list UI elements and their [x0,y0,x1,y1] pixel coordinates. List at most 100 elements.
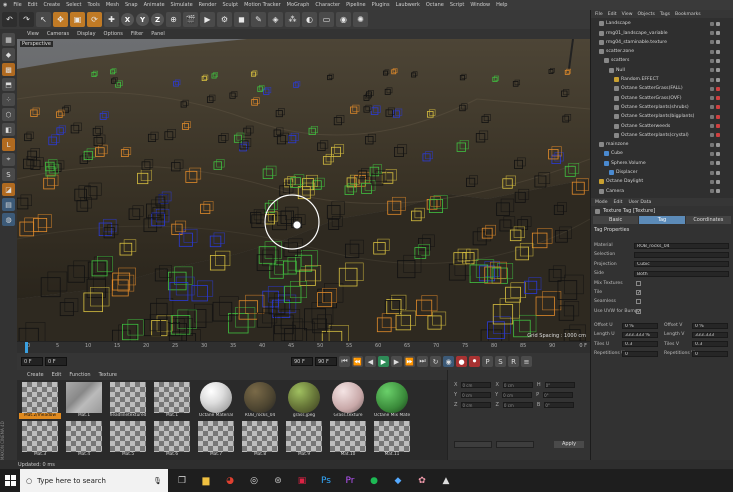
viewport-menu-item[interactable]: Filter [131,31,143,37]
attribute-value[interactable]: Both [634,270,729,277]
floor-icon[interactable]: ▭ [319,12,334,27]
object-row[interactable]: Octane Scatterplants(shrubs) [591,104,733,112]
material-swatch[interactable]: Mat.1 [63,382,105,420]
render-toggle-icon[interactable] [716,86,720,91]
attribute-menu-item[interactable]: Mode [595,200,608,205]
material-menu-item[interactable]: Texture [99,372,117,378]
enable-axis-icon[interactable]: L [2,138,15,151]
tab-coordinates[interactable]: Coordinates [685,216,731,224]
render-toggle-icon[interactable] [716,151,720,156]
material-swatch[interactable]: Mat.4 [63,421,105,459]
visibility-icon[interactable] [710,151,714,156]
coordinate-field[interactable]: 0° [544,382,575,388]
next-key-icon[interactable]: ⏩ [404,356,415,367]
attribute-menu-item[interactable]: User Data [628,200,651,205]
object-row[interactable]: Octane Scatterplants(bigplants) [591,113,733,121]
object-menu-item[interactable]: Edit [608,12,617,17]
cloner-icon[interactable]: ⁂ [285,12,300,27]
render-toggle-icon[interactable] [716,21,720,26]
visibility-icon[interactable] [710,170,714,175]
visibility-icon[interactable] [710,31,714,36]
record-icon[interactable]: ● [456,356,467,367]
render-toggle-icon[interactable] [716,77,720,82]
photoshop-icon[interactable]: Ps [316,471,336,491]
attribute-value[interactable] [634,251,729,258]
attribute-checkbox[interactable]: ✓ [636,290,641,296]
attribute-value[interactable]: 0.3 [692,341,728,348]
render-toggle-icon[interactable] [716,124,720,129]
menu-item[interactable]: Snap [125,2,138,8]
camera-icon[interactable]: ◉ [336,12,351,27]
cube-primitive-icon[interactable]: ◼ [234,12,249,27]
object-row[interactable]: scatters [591,57,733,65]
material-swatch[interactable]: Mat.7 [195,421,237,459]
render-toggle-icon[interactable] [716,161,720,166]
render-toggle-icon[interactable] [716,40,720,45]
material-swatch[interactable]: Mat.1 [151,382,193,420]
apply-button[interactable]: Apply [554,441,584,448]
attribute-value[interactable]: 0.3 [622,341,658,348]
visibility-icon[interactable] [710,105,714,110]
attribute-value[interactable]: Cubic [634,261,729,268]
object-row[interactable]: Octane Scatterweeds [591,122,733,130]
prev-frame-icon[interactable]: ◀ [365,356,376,367]
key-scale-icon[interactable]: S [495,356,506,367]
points-mode-icon[interactable]: ⁘ [2,93,15,106]
attribute-menu-item[interactable]: Edit [614,200,623,205]
coordinate-field[interactable]: 0° [544,402,575,408]
camera-target-icon[interactable] [292,220,302,230]
material-swatch[interactable]: Mat.9 [283,421,325,459]
object-row[interactable]: Octane Daylight [591,178,733,186]
next-frame-icon[interactable]: ▶ [391,356,402,367]
menu-item[interactable]: Edit [28,2,38,8]
edges-mode-icon[interactable]: ⬡ [2,108,15,121]
render-toggle-icon[interactable] [716,96,720,101]
viewport-menu-item[interactable]: View [27,31,39,37]
media-icon[interactable]: ▣ [292,471,312,491]
material-swatch[interactable]: Octane Material [195,382,237,420]
menu-item[interactable]: Simulate [171,2,193,8]
recent-tools-icon[interactable]: ✚ [104,12,119,27]
cinema4d-taskbar-icon[interactable]: ◎ [244,471,264,491]
autokey-icon[interactable]: ⏺ [469,356,480,367]
render-toggle-icon[interactable] [716,142,720,147]
menu-item[interactable]: Laubwerk [396,2,420,8]
pen-spline-icon[interactable]: ✎ [251,12,266,27]
keyframe-selection-icon[interactable]: ◉ [443,356,454,367]
menu-item[interactable]: Select [66,2,81,8]
object-menu-item[interactable]: View [622,12,633,17]
texture-mode-icon[interactable]: ▩ [2,63,15,76]
c4d-logo-icon[interactable]: ◉ [3,2,7,8]
object-row[interactable]: Displacer [591,169,733,177]
render-toggle-icon[interactable] [716,105,720,110]
object-row[interactable]: rmg04_staminable.texture [591,39,733,47]
material-menu-item[interactable]: Create [27,372,44,378]
key-position-icon[interactable]: P [482,356,493,367]
material-swatch[interactable]: Mat.10 [327,421,369,459]
visibility-icon[interactable] [710,114,714,119]
object-row[interactable]: Null [591,67,733,75]
snap-icon[interactable]: S [2,168,15,181]
visibility-icon[interactable] [710,179,714,184]
x-axis-button[interactable]: X [121,13,134,26]
visibility-icon[interactable] [710,77,714,82]
visibility-icon[interactable] [710,189,714,194]
menu-item[interactable]: Window [470,2,490,8]
material-swatch[interactable]: grass.jpeg [283,382,325,420]
material-swatch[interactable]: Mat.8 [239,421,281,459]
coordinate-field[interactable]: 0 cm [502,402,533,408]
menu-item[interactable]: File [13,2,21,8]
render-toggle-icon[interactable] [716,58,720,63]
tweak-icon[interactable]: ⌖ [2,153,15,166]
attribute-checkbox[interactable] [636,299,641,305]
rotate-icon[interactable]: ⟳ [87,12,102,27]
task-view-icon[interactable]: ❐ [172,471,192,491]
app-icon[interactable]: ◆ [388,471,408,491]
menu-item[interactable]: Script [450,2,465,8]
play-icon[interactable]: ▶ [378,356,389,367]
attribute-value[interactable]: ROB_rocks_04 [634,242,729,249]
attribute-checkbox[interactable]: ✓ [636,308,641,314]
material-menu-item[interactable]: Function [69,372,90,378]
menu-item[interactable]: Create [43,2,60,8]
material-swatch[interactable]: Mat.3 [19,421,61,459]
